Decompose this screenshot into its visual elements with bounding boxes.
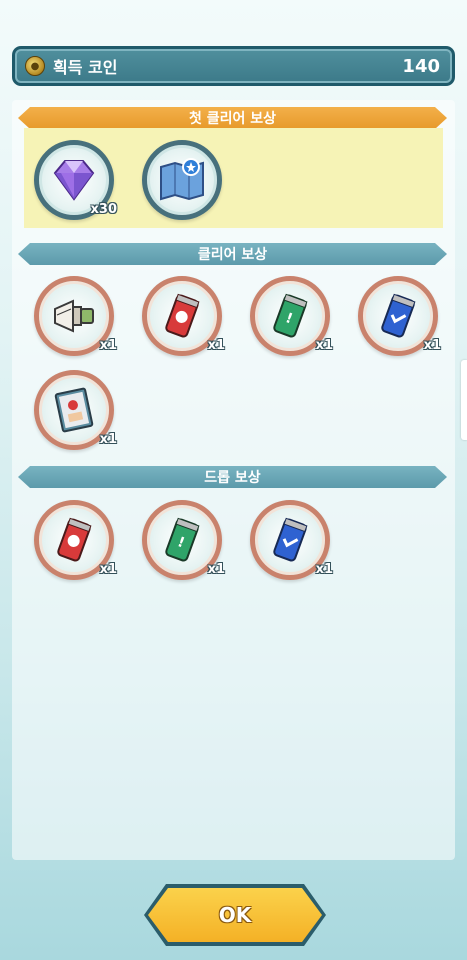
item-quantity: x30	[90, 202, 117, 217]
reward-item-red-can[interactable]: x1	[142, 276, 225, 356]
item-quantity: x1	[207, 562, 225, 577]
ok-button[interactable]: OK	[144, 884, 326, 946]
coin-bar: ● 획득 코인 140	[12, 46, 455, 86]
item-quantity: x1	[315, 562, 333, 577]
green-can-icon: !	[273, 293, 308, 338]
coin-value: 140	[402, 55, 440, 77]
coin-icon: ●	[25, 56, 45, 76]
megaphone-icon	[54, 299, 94, 333]
item-quantity: x1	[423, 338, 441, 353]
drop-header: 드롭 보상	[18, 466, 447, 488]
coin-label: 획득 코인	[53, 58, 118, 77]
reward-item-green-can[interactable]: ! x1	[250, 276, 333, 356]
diamond-icon	[53, 160, 95, 201]
clear-header: 클리어 보상	[18, 243, 447, 265]
reward-item-megaphone[interactable]: x1	[34, 276, 117, 356]
red-can-icon	[57, 517, 92, 562]
edge-scroll-handle[interactable]	[461, 360, 467, 440]
book-icon	[54, 387, 94, 433]
reward-item-map[interactable]	[142, 140, 222, 220]
red-can-icon	[165, 293, 200, 338]
item-quantity: x1	[207, 338, 225, 353]
map-icon	[160, 158, 204, 201]
reward-item-blue-can[interactable]: x1	[250, 500, 333, 580]
reward-item-red-can[interactable]: x1	[34, 500, 117, 580]
item-quantity: x1	[99, 562, 117, 577]
reward-item-diamond[interactable]: x30	[34, 140, 117, 220]
item-quantity: x1	[315, 338, 333, 353]
first-clear-header: 첫 클리어 보상	[18, 107, 447, 129]
green-can-icon: !	[165, 517, 200, 562]
reward-item-book[interactable]: x1	[34, 370, 117, 450]
reward-item-green-can[interactable]: ! x1	[142, 500, 225, 580]
reward-item-blue-can[interactable]: x1	[358, 276, 441, 356]
blue-can-icon	[381, 293, 416, 338]
item-quantity: x1	[99, 432, 117, 447]
item-quantity: x1	[99, 338, 117, 353]
blue-can-icon	[273, 517, 308, 562]
ok-button-label: OK	[148, 888, 322, 942]
